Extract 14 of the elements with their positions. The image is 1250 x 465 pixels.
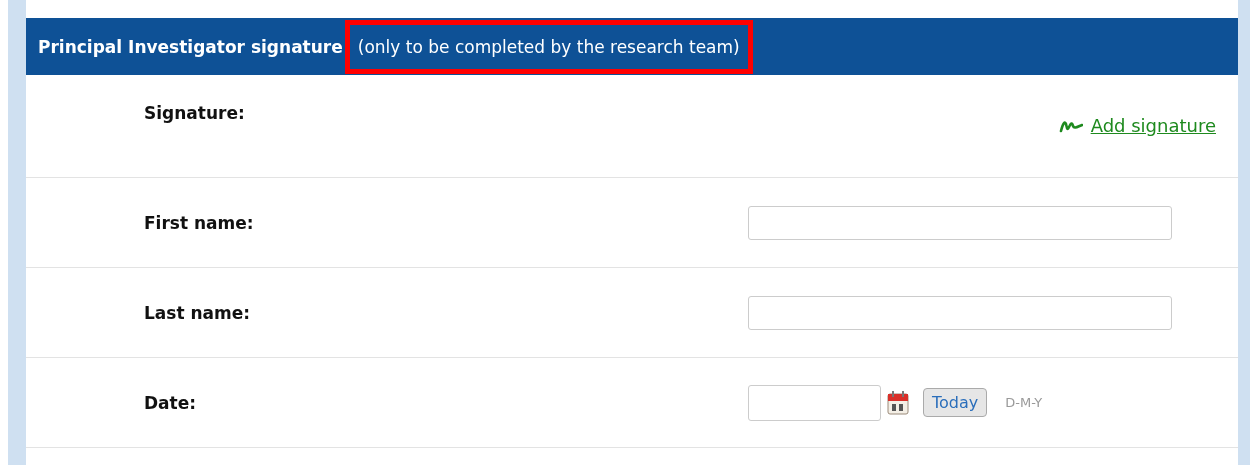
today-button[interactable]: Today	[923, 388, 988, 417]
section-note: (only to be completed by the research team)	[344, 19, 753, 74]
field-label: Last name:	[144, 302, 252, 323]
date-format-hint: D-M-Y	[1005, 395, 1043, 410]
text-input[interactable]	[748, 295, 1172, 330]
date-input[interactable]	[748, 384, 881, 421]
text-input[interactable]	[748, 205, 1172, 240]
section-title: Principal Investigator signature	[38, 36, 343, 57]
field-label: First name:	[144, 212, 255, 233]
field-label: Date:	[144, 392, 198, 413]
calendar-icon[interactable]	[887, 390, 909, 415]
pen-scribble-icon	[1058, 118, 1083, 133]
field-label: Signature:	[144, 103, 246, 123]
add-signature-link[interactable]: Add signature	[1058, 115, 1216, 136]
